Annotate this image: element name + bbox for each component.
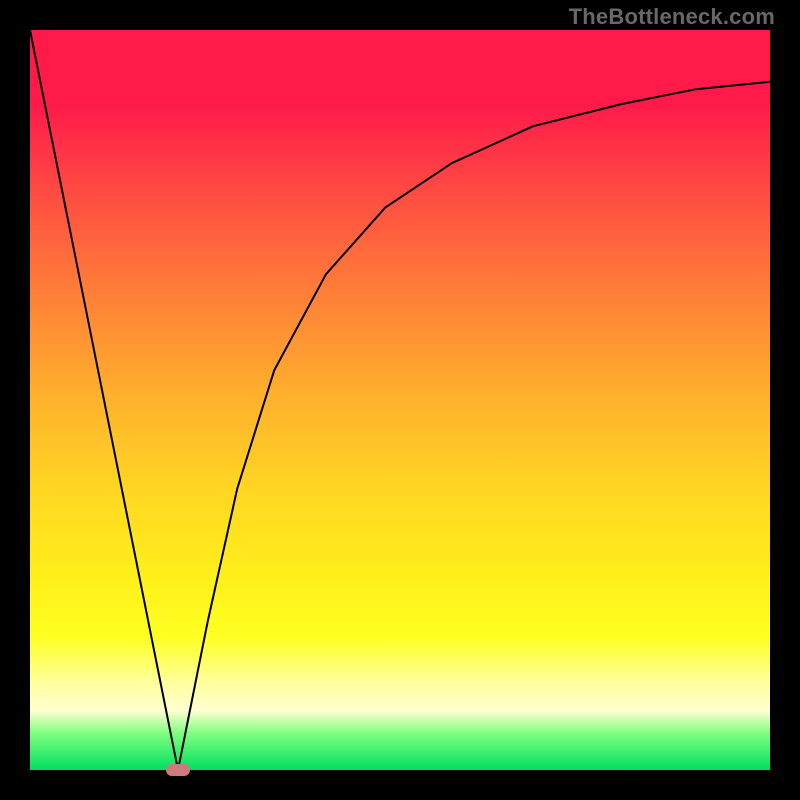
watermark-text: TheBottleneck.com — [569, 4, 775, 30]
bottleneck-curve — [30, 30, 770, 770]
plot-area — [30, 30, 770, 770]
curve-svg — [30, 30, 770, 770]
minimum-marker — [166, 764, 190, 776]
chart-frame: TheBottleneck.com — [0, 0, 800, 800]
